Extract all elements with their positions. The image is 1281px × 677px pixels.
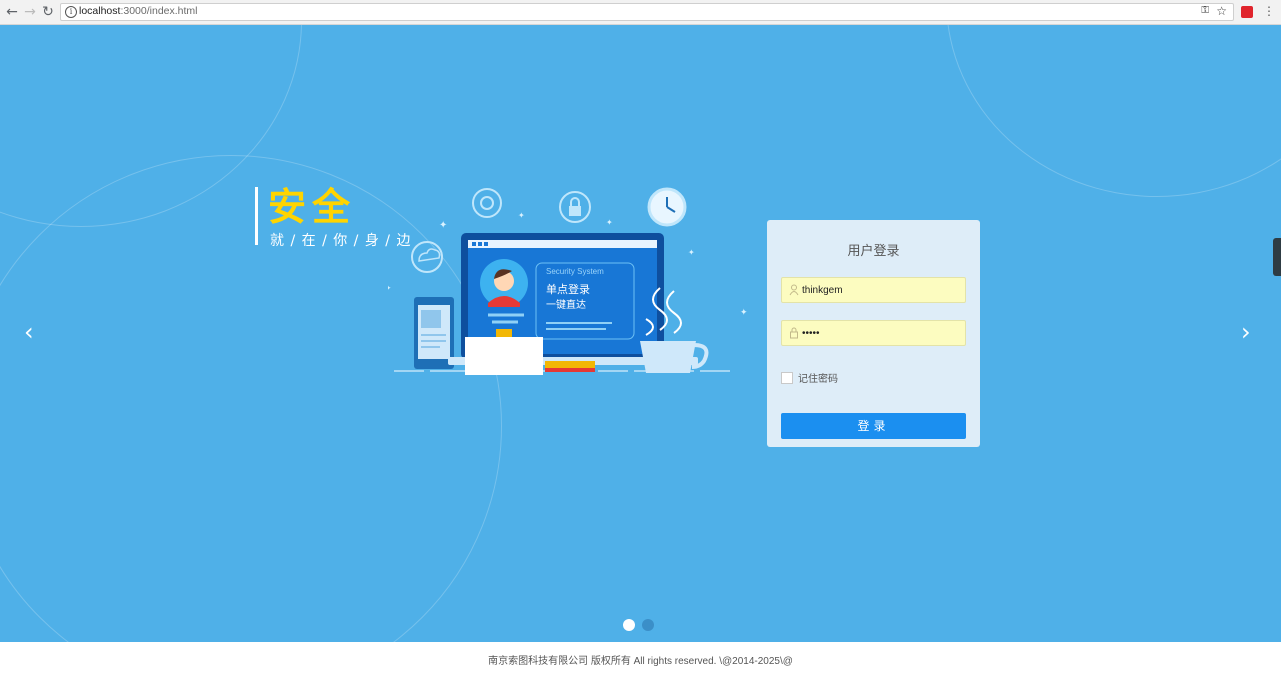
password-input[interactable] bbox=[802, 325, 962, 341]
star-icon[interactable]: ☆ bbox=[1216, 4, 1227, 18]
slogan-bar bbox=[255, 187, 258, 245]
svg-text:✦: ✦ bbox=[439, 220, 447, 231]
url-text: localhost:3000/index.html bbox=[79, 5, 198, 17]
forward-icon[interactable]: → bbox=[22, 4, 38, 20]
cloud-upload-icon bbox=[411, 241, 443, 273]
remember-password[interactable]: 记住密码 bbox=[781, 370, 838, 385]
security-illustration: ✦ ✦ ✦ ✦ ✦ ✦ bbox=[388, 187, 748, 375]
decor-ring bbox=[946, 25, 1281, 197]
carousel-dot-2[interactable] bbox=[642, 619, 654, 631]
reload-icon[interactable]: ↻ bbox=[40, 4, 56, 20]
remember-label: 记住密码 bbox=[798, 374, 838, 385]
slogan-title: 安全 bbox=[268, 185, 357, 229]
svg-text:✦: ✦ bbox=[688, 248, 695, 257]
lock-icon bbox=[790, 327, 798, 339]
user-icon bbox=[789, 284, 799, 296]
carousel-dot-1[interactable] bbox=[623, 619, 635, 631]
clock-icon bbox=[647, 187, 687, 227]
lock-icon bbox=[559, 191, 591, 223]
carousel-prev-button[interactable]: ‹ bbox=[24, 320, 34, 344]
svg-text:✦: ✦ bbox=[740, 308, 748, 318]
back-icon[interactable]: ← bbox=[4, 4, 20, 20]
login-title: 用户登录 bbox=[847, 244, 900, 259]
gear-icon bbox=[472, 188, 502, 218]
remember-checkbox[interactable] bbox=[781, 372, 793, 384]
footer: 南京索图科技有限公司 版权所有 All rights reserved. \@2… bbox=[0, 642, 1281, 677]
illustration-line1: 单点登录 bbox=[546, 282, 590, 296]
key-icon[interactable]: ⚿ bbox=[1201, 5, 1209, 16]
menu-icon[interactable]: ⋮ bbox=[1263, 4, 1275, 18]
copyright-text: 南京索图科技有限公司 版权所有 All rights reserved. \@2… bbox=[488, 656, 793, 667]
url-path: :3000/index.html bbox=[120, 5, 198, 17]
password-field[interactable] bbox=[781, 320, 966, 346]
carousel-next-button[interactable]: › bbox=[1241, 320, 1251, 344]
phone-illustration bbox=[414, 297, 454, 369]
browser-toolbar: ← → ↻ i localhost:3000/index.html ⚿ ☆ ⋮ bbox=[0, 0, 1281, 25]
svg-text:✦: ✦ bbox=[518, 211, 525, 220]
svg-text:✦: ✦ bbox=[606, 218, 613, 227]
illustration-header: Security System bbox=[546, 267, 604, 276]
login-button[interactable]: 登录 bbox=[781, 413, 966, 439]
hero-carousel: ‹ › 安全 就 / 在 / 你 / 身 / 边 ✦ ✦ ✦ ✦ ✦ Secur… bbox=[0, 25, 1281, 642]
username-input[interactable] bbox=[802, 282, 962, 298]
url-host: localhost bbox=[79, 5, 121, 17]
illustration-line2: 一键直达 bbox=[546, 298, 586, 311]
svg-text:✦: ✦ bbox=[388, 284, 392, 294]
address-bar[interactable]: i localhost:3000/index.html ⚿ ☆ bbox=[60, 3, 1234, 21]
info-icon[interactable]: i bbox=[65, 6, 77, 18]
login-panel: 用户登录 记住密码 登录 bbox=[767, 220, 980, 447]
extension-icon[interactable] bbox=[1241, 6, 1253, 18]
side-tab[interactable] bbox=[1273, 238, 1281, 276]
username-field[interactable] bbox=[781, 277, 966, 303]
